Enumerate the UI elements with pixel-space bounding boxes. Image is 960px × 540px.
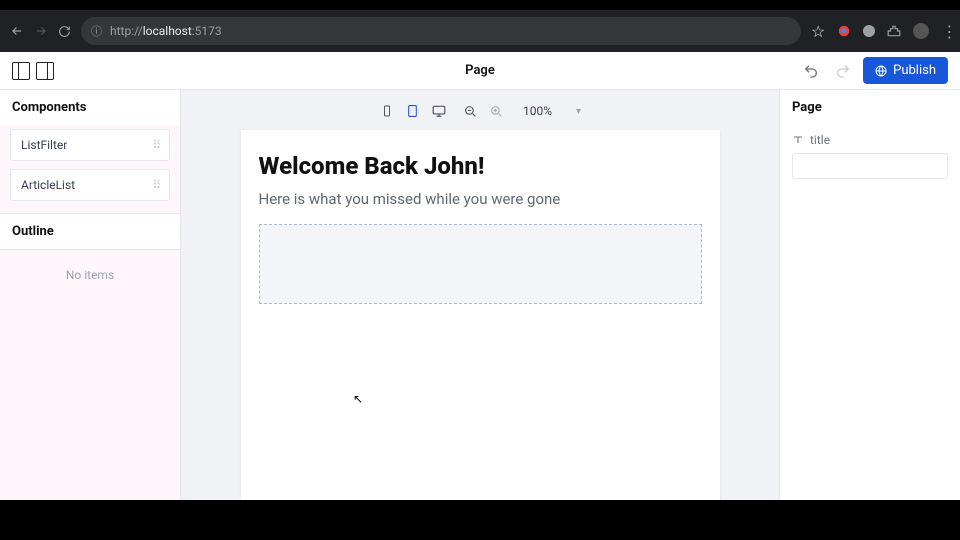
os-menubar (0, 0, 960, 10)
redo-icon[interactable] (831, 59, 855, 83)
properties-list: title (780, 125, 960, 187)
globe-icon (875, 65, 887, 77)
canvas-toolbar: 100% ▾ (181, 90, 779, 126)
zoom-in-icon[interactable] (489, 103, 505, 119)
canvas-area: 100% ▾ Welcome Back John! Here is what y… (181, 90, 779, 500)
browser-right-icons: ☆ ⋮ (811, 22, 957, 41)
page-title: Page (465, 63, 495, 78)
toggle-left-panel-icon[interactable] (12, 62, 30, 80)
desktop-viewport-icon[interactable] (431, 103, 447, 119)
outline-empty-state: No items (0, 249, 180, 500)
zoom-dropdown-icon[interactable]: ▾ (576, 106, 581, 117)
tablet-viewport-icon[interactable] (405, 103, 421, 119)
page-subheading: Here is what you missed while you were g… (259, 190, 702, 208)
profile-icon[interactable] (913, 23, 929, 39)
undo-icon[interactable] (799, 59, 823, 83)
publish-label: Publish (893, 63, 936, 78)
dropzone[interactable] (259, 224, 702, 304)
back-icon[interactable] (10, 23, 24, 39)
bookmark-icon[interactable]: ☆ (811, 22, 825, 41)
components-header: Components (0, 90, 180, 125)
browser-toolbar: ⓘ http://localhost:5173 ☆ ⋮ (0, 10, 960, 52)
mobile-viewport-icon[interactable] (379, 103, 395, 119)
components-list: ListFilter ⠿ ArticleList ⠿ (0, 125, 180, 213)
extensions-icon[interactable] (887, 24, 901, 38)
property-label: title (810, 133, 830, 147)
text-type-icon (792, 134, 804, 146)
sidebar-left: Components ListFilter ⠿ ArticleList ⠿ Ou… (0, 90, 181, 500)
page-heading: Welcome Back John! (259, 152, 702, 180)
component-item[interactable]: ListFilter ⠿ (10, 129, 170, 161)
info-icon: ⓘ (91, 23, 102, 39)
property-title-input[interactable] (792, 153, 948, 179)
forward-icon[interactable] (34, 23, 48, 39)
workspace: Components ListFilter ⠿ ArticleList ⠿ Ou… (0, 90, 960, 500)
outline-header: Outline (0, 213, 180, 249)
address-bar[interactable]: ⓘ http://localhost:5173 (81, 17, 801, 45)
app-root: Page Publish Components ListFilter ⠿ Art… (0, 52, 960, 500)
extension-icon-2[interactable] (863, 25, 875, 37)
property-row: title (792, 133, 948, 147)
properties-header: Page (780, 90, 960, 125)
reload-icon[interactable] (58, 23, 71, 39)
app-topbar: Page Publish (0, 52, 960, 90)
publish-button[interactable]: Publish (863, 57, 948, 84)
url-text: http://localhost:5173 (110, 24, 222, 38)
toggle-right-panel-icon[interactable] (36, 62, 54, 80)
extension-icon-1[interactable] (837, 24, 851, 38)
os-dock (0, 500, 960, 540)
menu-dots-icon[interactable]: ⋮ (941, 22, 957, 41)
component-label: ListFilter (21, 138, 67, 152)
component-item[interactable]: ArticleList ⠿ (10, 169, 170, 201)
canvas-frame[interactable]: Welcome Back John! Here is what you miss… (241, 130, 720, 500)
drag-handle-icon[interactable]: ⠿ (152, 178, 159, 192)
drag-handle-icon[interactable]: ⠿ (152, 138, 159, 152)
component-label: ArticleList (21, 178, 75, 192)
zoom-level: 100% (523, 104, 552, 118)
zoom-out-icon[interactable] (463, 103, 479, 119)
sidebar-right: Page title (779, 90, 960, 500)
